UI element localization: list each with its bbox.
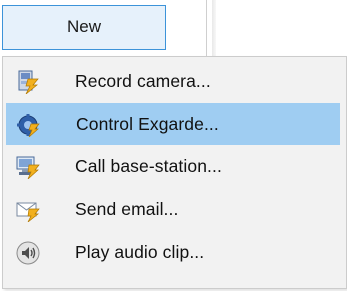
record-camera-icon — [16, 70, 40, 95]
new-button-label: New — [66, 16, 101, 36]
background-window-shadow — [212, 0, 216, 62]
menu-item-play-audio-clip[interactable]: Play audio clip... — [6, 232, 340, 274]
menu-item-label: Play audio clip... — [75, 242, 205, 262]
play-audio-clip-icon — [16, 241, 40, 265]
call-base-station-icon — [16, 155, 40, 180]
background-window-edge — [206, 0, 207, 62]
new-action-menu: Record camera... Control Exgarde... Call… — [2, 56, 347, 289]
new-button[interactable]: New — [2, 5, 166, 50]
menu-item-label: Call base-station... — [75, 156, 222, 176]
menu-item-label: Send email... — [75, 199, 179, 219]
menu-item-record-camera[interactable]: Record camera... — [6, 61, 340, 103]
menu-item-send-email[interactable]: Send email... — [6, 189, 340, 231]
send-email-icon — [16, 198, 40, 223]
menu-item-label: Control Exgarde... — [76, 114, 219, 134]
menu-item-call-base-station[interactable]: Call base-station... — [6, 146, 340, 188]
screen: New Record camera... Control Exgarde... … — [0, 0, 347, 291]
control-exgarde-icon — [17, 113, 41, 138]
menu-item-label: Record camera... — [75, 71, 211, 91]
menu-item-control-exgarde[interactable]: Control Exgarde... — [6, 103, 340, 145]
